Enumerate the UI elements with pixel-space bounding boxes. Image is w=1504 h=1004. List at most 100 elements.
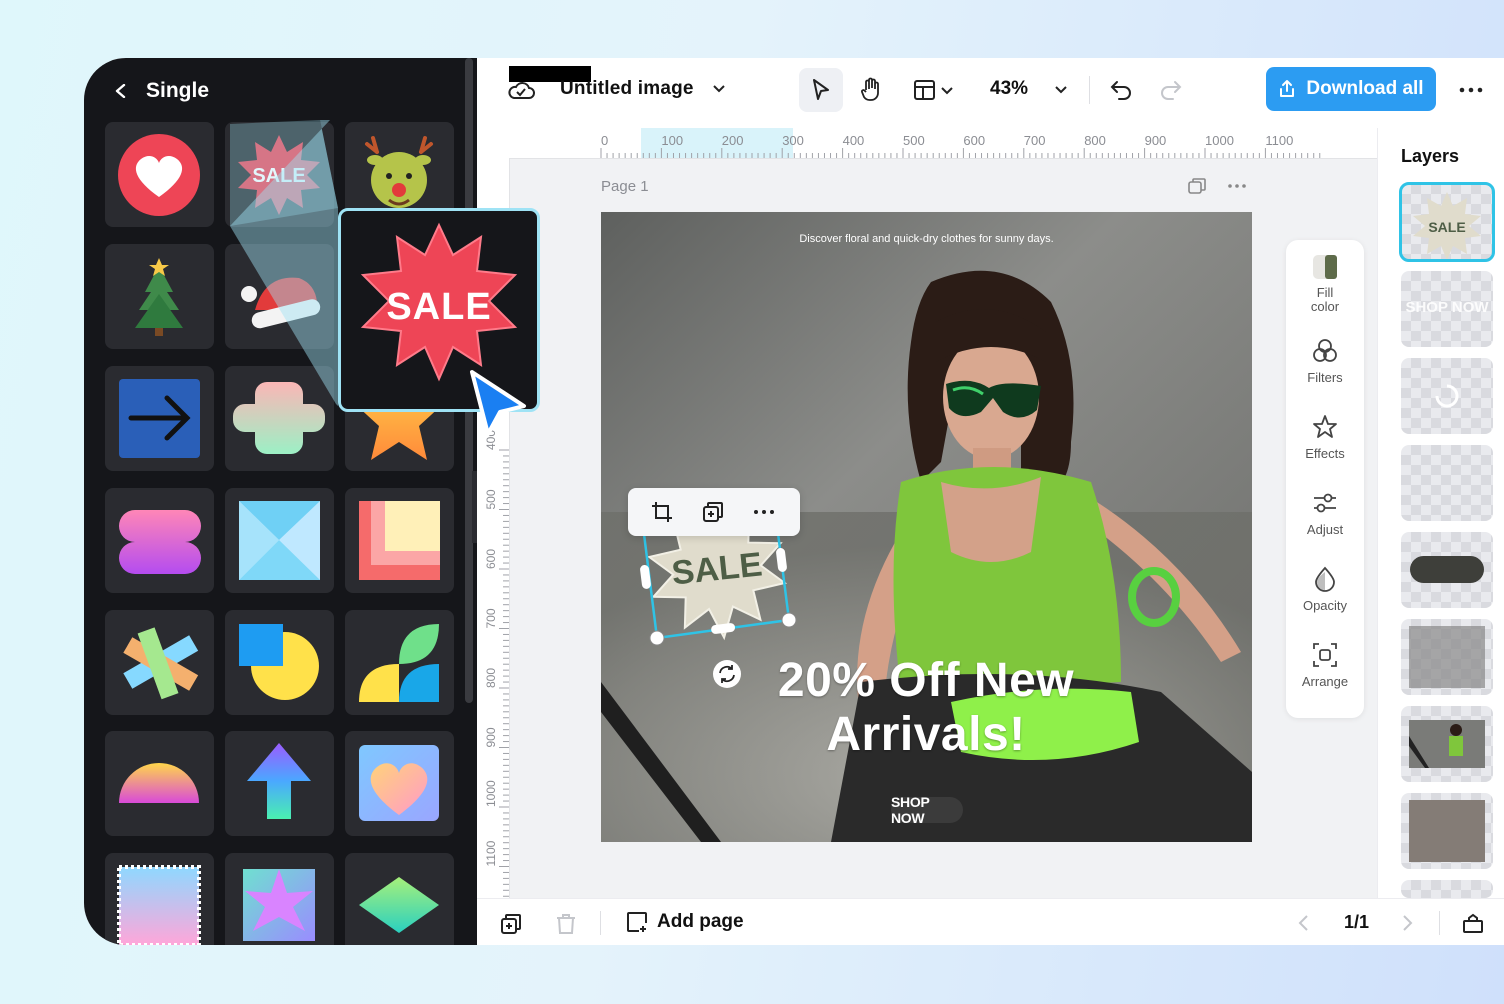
sticker-leaf-shapes[interactable] [345, 610, 454, 715]
ruler-h-label: 700 [1024, 133, 1046, 148]
ruler-h-label: 1000 [1205, 133, 1234, 148]
expand-panel-icon[interactable] [1461, 911, 1485, 935]
trash-icon[interactable] [555, 912, 577, 936]
next-page-icon[interactable] [1400, 914, 1414, 932]
sticker-sale[interactable]: SALE [225, 122, 334, 227]
duplicate-page-bottom-icon[interactable] [499, 912, 523, 936]
sticker-heart[interactable] [105, 122, 214, 227]
sticker-arrow-up[interactable] [225, 731, 334, 836]
tool-arrange-label: Arrange [1301, 674, 1349, 689]
tool-fill-color-label: Fill color [1310, 285, 1340, 314]
layer-pill-shape[interactable] [1401, 532, 1493, 608]
diamond-icon [359, 877, 439, 933]
hand-tool-button[interactable] [849, 68, 893, 112]
redo-icon[interactable] [1159, 78, 1183, 102]
ruler-h-label: 800 [1084, 133, 1106, 148]
canvas-area[interactable]: 0 100 200 300 400 500 600 700 800 900 1000 1100 400… [477, 128, 1377, 898]
filters-icon [1313, 339, 1337, 362]
tool-effects-label: Effects [1305, 446, 1345, 461]
layer-shop-text: SHOP NOW [1405, 299, 1489, 316]
back-icon[interactable] [114, 84, 128, 98]
prev-page-icon[interactable] [1297, 914, 1311, 932]
ruler-h-label: 600 [963, 133, 985, 148]
sticker-stamp[interactable] [105, 853, 214, 945]
sticker-flower-cross[interactable] [225, 366, 334, 471]
download-all-button[interactable]: Download all [1266, 67, 1436, 111]
ruler-v-label: 1100 [484, 840, 498, 866]
tagline-text[interactable]: Discover floral and quick-dry clothes fo… [601, 233, 1252, 245]
sticker-panel: Single SALE [84, 58, 486, 945]
sticker-circle-square[interactable] [225, 610, 334, 715]
sticker-half-circle[interactable] [105, 731, 214, 836]
layer-background-color[interactable] [1401, 793, 1493, 869]
main-area: Untitled image 43% Download all 0 100 20… [477, 58, 1504, 945]
tool-effects[interactable]: Effects [1286, 414, 1364, 461]
arrow-right-icon [119, 379, 200, 458]
duplicate-icon[interactable] [701, 500, 725, 529]
divider [1439, 911, 1440, 935]
undo-icon[interactable] [1109, 78, 1133, 102]
cross-stripes-icon [123, 627, 199, 700]
document-title[interactable]: Untitled image [560, 78, 694, 100]
fill-color-icon [1313, 255, 1337, 279]
layer-sale-sticker[interactable]: SALE [1399, 182, 1495, 262]
sticker-pink-pill[interactable] [105, 488, 214, 593]
layers-panel: Layers SALE SHOP NOW [1377, 128, 1504, 898]
headline-line-2: Arrivals! [826, 708, 1026, 761]
layer-photo[interactable] [1401, 706, 1493, 782]
sticker-heart-card[interactable] [345, 731, 454, 836]
layer-more[interactable] [1401, 880, 1493, 898]
page-more-icon[interactable] [1227, 177, 1247, 195]
tool-adjust[interactable]: Adjust [1286, 490, 1364, 537]
ruler-corner [477, 128, 509, 158]
select-tool-button[interactable] [799, 68, 843, 112]
square-frames-icon [359, 501, 440, 580]
layer-gray-overlay[interactable] [1401, 619, 1493, 695]
sticker-diamond[interactable] [345, 853, 454, 945]
crop-icon[interactable] [650, 500, 674, 529]
tool-filters[interactable]: Filters [1286, 338, 1364, 385]
tool-opacity[interactable]: Opacity [1286, 566, 1364, 613]
layer-shop-now-text[interactable]: SHOP NOW [1401, 271, 1493, 347]
tool-fill-color[interactable]: Fill color [1286, 254, 1364, 314]
tool-filters-label: Filters [1307, 370, 1343, 385]
layout-button[interactable] [905, 68, 965, 112]
page-label: Page 1 [601, 178, 649, 195]
arrow-up-icon [247, 743, 311, 819]
sticker-envelope[interactable] [225, 488, 334, 593]
sticker-cross-stripes[interactable] [105, 610, 214, 715]
circle-square-icon [239, 624, 319, 700]
zoom-chevron-icon[interactable] [1054, 85, 1068, 95]
more-options-icon[interactable] [1458, 78, 1484, 102]
add-page-button[interactable]: Add page [625, 910, 744, 934]
sticker-arrow-right[interactable] [105, 366, 214, 471]
editor-app: Single SALE Untitled image 43% Download … [84, 58, 1504, 945]
sticker-christmas-tree[interactable] [105, 244, 214, 349]
heart-sticker-icon [118, 134, 200, 216]
layer-rotate-element[interactable] [1401, 358, 1493, 434]
divider [600, 911, 601, 935]
ruler-h-label: 900 [1145, 133, 1167, 148]
christmas-tree-icon [135, 258, 183, 336]
headline-text[interactable]: 20% Off New Arrivals! [711, 654, 1141, 762]
panel-title: Single [146, 79, 210, 102]
cloud-saved-icon[interactable] [507, 78, 535, 102]
sticker-star-burst[interactable] [225, 853, 334, 945]
panel-header: Single [114, 76, 209, 106]
chevron-down-icon[interactable] [712, 84, 726, 94]
element-more-icon[interactable] [752, 500, 776, 529]
sticker-santa-hat[interactable] [225, 244, 334, 349]
shop-now-button[interactable]: SHOP NOW [891, 794, 963, 826]
tool-opacity-label: Opacity [1302, 598, 1348, 613]
add-page-icon [627, 912, 647, 932]
sticker-square-frames[interactable] [345, 488, 454, 593]
ruler-v-label: 800 [484, 668, 498, 688]
tool-adjust-label: Adjust [1306, 522, 1344, 537]
tool-arrange[interactable]: Arrange [1286, 642, 1364, 689]
adjust-icon [1314, 493, 1336, 513]
duplicate-page-icon[interactable] [1187, 177, 1207, 195]
layer-empty[interactable] [1401, 445, 1493, 521]
ruler-h-label: 300 [782, 133, 804, 148]
zoom-level[interactable]: 43% [990, 78, 1028, 100]
ruler-h-label: 500 [903, 133, 925, 148]
